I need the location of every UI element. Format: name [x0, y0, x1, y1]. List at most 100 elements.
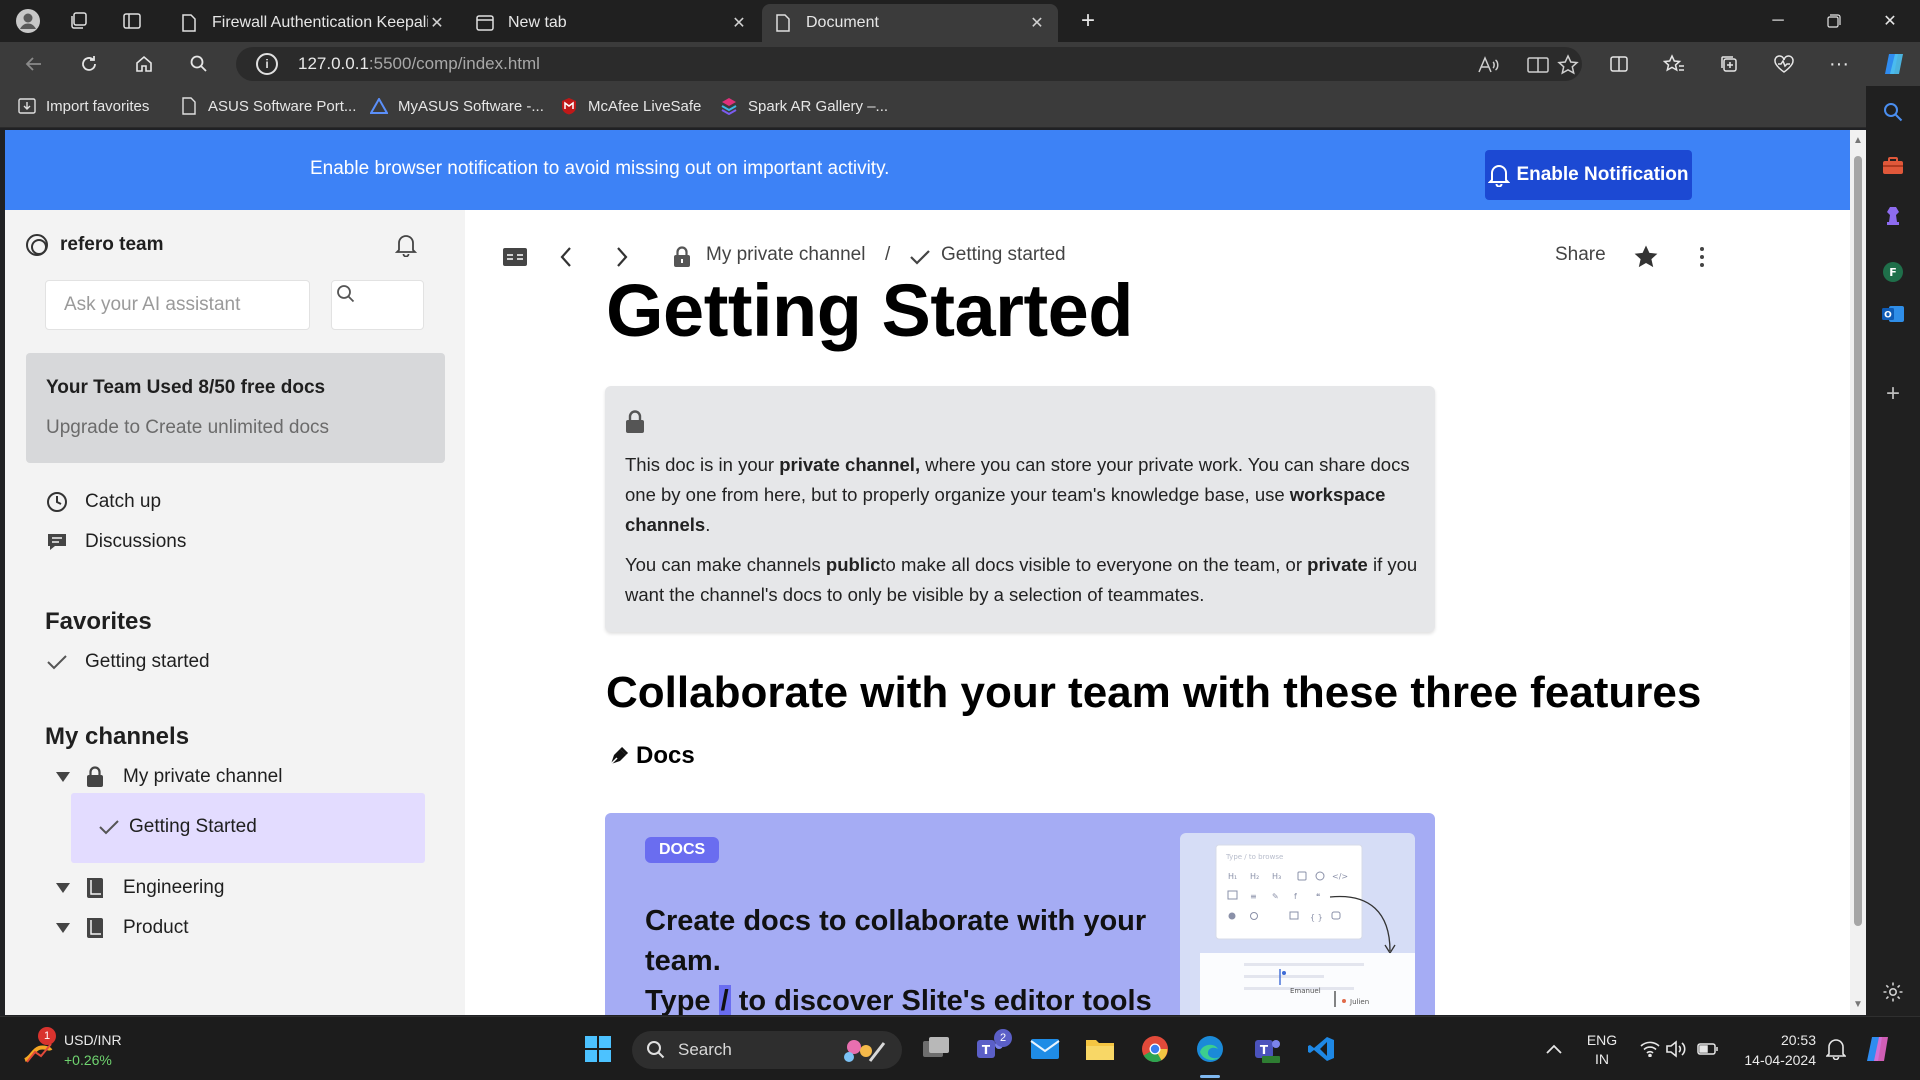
immersive-reader-icon[interactable] [1526, 53, 1550, 77]
close-icon[interactable]: ✕ [1028, 13, 1046, 33]
site-info-icon[interactable]: i [256, 53, 278, 75]
favorite-myasus[interactable]: MyASUS Software -... [370, 97, 544, 115]
copilot-icon[interactable] [1880, 50, 1908, 78]
windows-start-icon[interactable] [580, 1031, 616, 1067]
sidebar-search-button[interactable] [331, 280, 424, 330]
star-icon[interactable] [1631, 242, 1661, 272]
tab-document[interactable]: Document ✕ [762, 4, 1058, 42]
channel-engineering[interactable]: Engineering [51, 876, 224, 900]
enable-notification-label: Enable Notification [1516, 164, 1689, 185]
doc-getting-started[interactable]: Getting Started [97, 815, 257, 839]
chrome-icon[interactable] [1137, 1031, 1173, 1067]
feature-card-title[interactable]: Create docs to collaborate with your tea… [645, 901, 1185, 1015]
address-bar[interactable]: i 127.0.0.1:5500/comp/index.html [236, 47, 1582, 81]
back-arrow-icon[interactable] [20, 50, 48, 78]
battery-icon[interactable] [1690, 1031, 1726, 1067]
favorite-mcafee[interactable]: McAfee LiveSafe [560, 97, 701, 115]
page-scrollbar[interactable]: ▲ ▼ [1850, 130, 1866, 1015]
volume-icon[interactable] [1658, 1031, 1694, 1067]
close-icon[interactable]: ✕ [730, 13, 748, 33]
edge-browser-icon[interactable] [1192, 1031, 1228, 1067]
back-chevron-icon[interactable] [551, 242, 581, 272]
chevron-down-icon[interactable] [51, 876, 75, 900]
toggle-sidebar-icon[interactable] [500, 242, 530, 272]
callout-paragraph-1[interactable]: This doc is in your private channel, whe… [625, 450, 1425, 540]
breadcrumb-channel[interactable]: My private channel [706, 244, 865, 266]
outlook-icon[interactable]: O [1879, 300, 1907, 328]
channel-my-private-channel[interactable]: My private channel [51, 765, 282, 789]
scroll-down-arrow-icon[interactable]: ▼ [1853, 1000, 1863, 1010]
favorites-icon[interactable] [1660, 50, 1688, 78]
language-indicator[interactable]: ENG [1586, 1031, 1618, 1049]
copilot-taskbar-icon[interactable] [1860, 1031, 1896, 1067]
lock-icon [625, 410, 645, 439]
favorite-label: McAfee LiveSafe [588, 97, 702, 115]
banner-text: Enable browser notification to avoid mis… [310, 158, 890, 179]
file-explorer-icon[interactable] [1082, 1031, 1118, 1067]
workspaces-icon[interactable] [64, 7, 92, 35]
close-icon[interactable]: ✕ [428, 13, 446, 33]
breadcrumb-doc[interactable]: Getting started [941, 244, 1066, 266]
profile-f-icon[interactable]: F [1879, 258, 1907, 286]
read-aloud-icon[interactable] [1476, 53, 1500, 77]
callout-paragraph-2[interactable]: You can make channels publicto make all … [625, 550, 1425, 610]
mail-icon[interactable] [1027, 1031, 1063, 1067]
vscode-icon[interactable] [1303, 1031, 1339, 1067]
chevron-down-icon[interactable] [51, 765, 75, 789]
usage-card[interactable]: Your Team Used 8/50 free docs Upgrade to… [26, 353, 445, 463]
home-icon[interactable] [130, 50, 158, 78]
url-text[interactable]: 127.0.0.1:5500/comp/index.html [298, 54, 540, 74]
window-close-icon[interactable]: ✕ [1862, 0, 1918, 42]
svg-text:T: T [1260, 1043, 1269, 1057]
team-switcher[interactable]: refero team [26, 234, 164, 256]
new-tab-plus-icon[interactable]: + [1074, 7, 1102, 35]
collections-icon[interactable] [1715, 50, 1743, 78]
favorite-spark-ar[interactable]: Spark AR Gallery –... [720, 97, 888, 115]
chevron-down-icon[interactable] [51, 916, 75, 940]
reload-icon[interactable] [75, 50, 103, 78]
settings-gear-icon[interactable] [1879, 978, 1907, 1006]
browser-essentials-icon[interactable] [1770, 50, 1798, 78]
taskbar-search[interactable]: Search [632, 1031, 902, 1069]
check-icon [97, 815, 121, 839]
minimize-icon[interactable]: ─ [1750, 0, 1806, 42]
clock-time[interactable]: 20:53 [1742, 1031, 1816, 1049]
favorite-asus-software[interactable]: ASUS Software Port... [180, 97, 356, 115]
add-icon[interactable]: + [1879, 380, 1907, 408]
upgrade-link[interactable]: Upgrade to Create unlimited docs [46, 417, 329, 439]
scroll-up-arrow-icon[interactable]: ▲ [1853, 136, 1863, 146]
task-view-icon[interactable] [918, 1031, 954, 1067]
tab-actions-icon[interactable] [118, 7, 146, 35]
teams-new-icon[interactable]: T [1249, 1031, 1285, 1067]
notifications-bell-icon[interactable] [393, 232, 419, 258]
favorite-star-icon[interactable] [1556, 53, 1580, 77]
sidebar-item-discussions[interactable]: Discussions [45, 530, 186, 554]
ai-assistant-input[interactable] [45, 280, 310, 330]
docs-subheading[interactable]: Docs [608, 742, 695, 770]
section-heading[interactable]: Collaborate with your team with these th… [606, 668, 1701, 718]
tab-firewall[interactable]: Firewall Authentication Keepalive ✕ [168, 4, 458, 42]
restore-icon[interactable] [1806, 0, 1862, 42]
profile-avatar-icon[interactable] [14, 7, 42, 35]
tab-new-tab[interactable]: New tab ✕ [464, 4, 760, 42]
more-vertical-icon[interactable] [1687, 242, 1717, 272]
more-options-icon[interactable]: ··· [1825, 50, 1853, 78]
tools-icon[interactable] [1879, 152, 1907, 180]
share-button[interactable]: Share [1555, 244, 1606, 266]
page-title[interactable]: Getting Started [606, 268, 1133, 353]
split-screen-icon[interactable] [1605, 50, 1633, 78]
scrollbar-thumb[interactable] [1854, 156, 1862, 926]
show-hidden-icons-chevron-icon[interactable] [1536, 1031, 1572, 1067]
channel-product[interactable]: Product [51, 916, 188, 940]
focus-assist-icon[interactable] [1818, 1031, 1854, 1067]
ticker-symbol[interactable]: USD/INR [64, 1031, 122, 1049]
enable-notification-button[interactable]: Enable Notification [1485, 150, 1692, 200]
breadcrumb-separator: / [885, 244, 891, 265]
sidebar-item-catch-up[interactable]: Catch up [45, 490, 161, 514]
search-icon[interactable] [185, 50, 213, 78]
favorite-getting-started[interactable]: Getting started [45, 650, 210, 674]
page-icon [180, 97, 198, 115]
favorite-import[interactable]: Import favorites [18, 97, 149, 115]
search-icon[interactable] [1879, 98, 1907, 126]
games-icon[interactable] [1879, 202, 1907, 230]
